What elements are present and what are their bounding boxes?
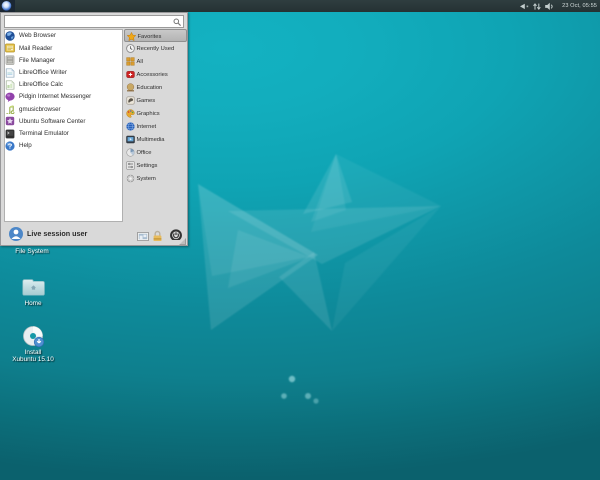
- svg-text:?: ?: [8, 141, 13, 150]
